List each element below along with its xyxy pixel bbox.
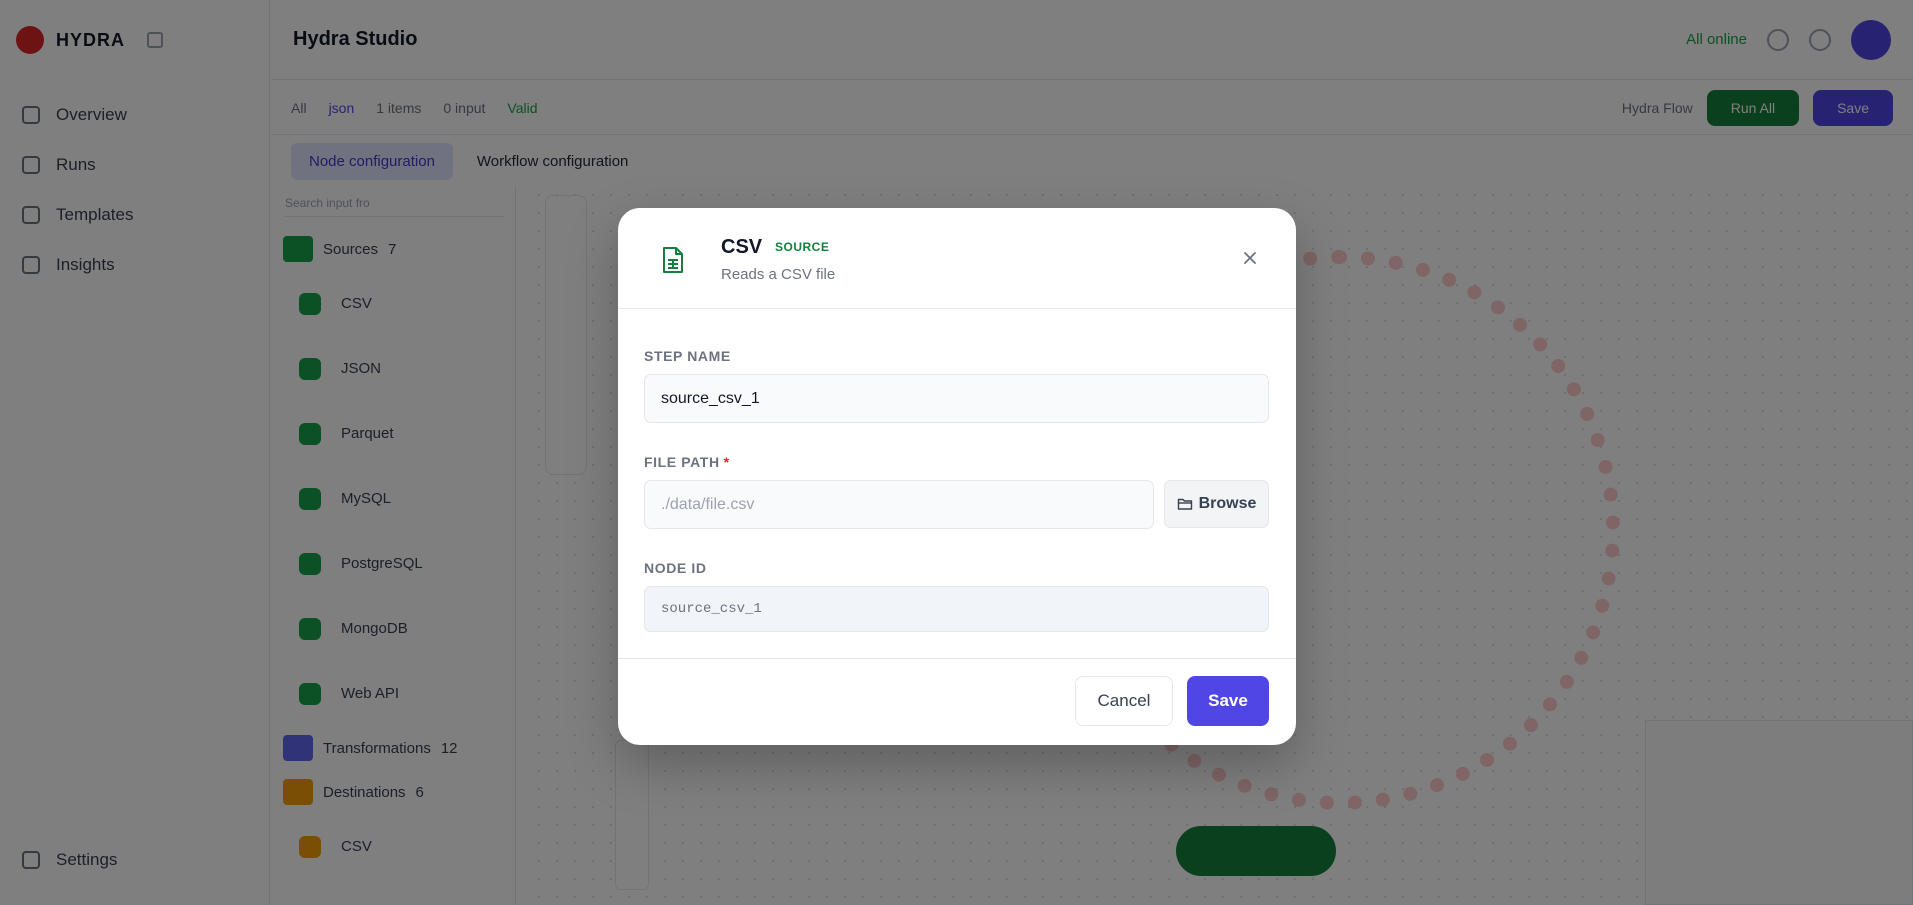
- save-button[interactable]: Save: [1187, 676, 1269, 726]
- dialog-header: CSV SOURCE Reads a CSV file: [618, 208, 1296, 309]
- browse-button[interactable]: Browse: [1164, 480, 1269, 528]
- file-path-label: FILE PATH *: [644, 454, 730, 470]
- dialog-title: CSV: [721, 236, 763, 258]
- cancel-button[interactable]: Cancel: [1075, 676, 1173, 726]
- node-type-badge: SOURCE: [775, 240, 830, 254]
- required-marker: *: [723, 454, 730, 470]
- node-id-label: NODE ID: [644, 560, 707, 576]
- file-path-input[interactable]: [644, 480, 1154, 529]
- browse-label: Browse: [1198, 495, 1257, 512]
- dialog-subtitle: Reads a CSV file: [721, 266, 836, 283]
- dialog-footer: Cancel Save: [618, 658, 1296, 745]
- node-config-dialog: CSV SOURCE Reads a CSV file STEP NAME FI…: [618, 208, 1296, 745]
- node-id-value: source_csv_1: [644, 586, 1269, 632]
- close-icon[interactable]: [1240, 248, 1260, 268]
- folder-icon: [1177, 498, 1192, 510]
- file-path-label-text: FILE PATH: [644, 454, 720, 470]
- spreadsheet-file-icon: [663, 247, 683, 273]
- step-name-input[interactable]: [644, 374, 1269, 423]
- step-name-label: STEP NAME: [644, 348, 731, 364]
